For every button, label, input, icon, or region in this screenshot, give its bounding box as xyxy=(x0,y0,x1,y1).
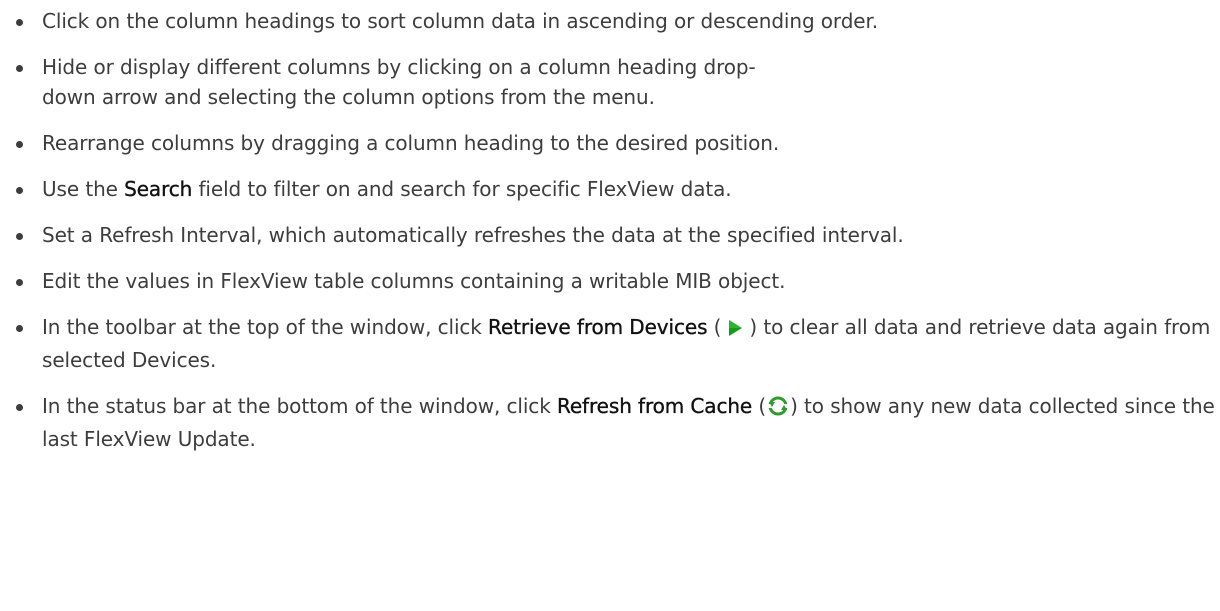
bullet-text-pre: In the status bar at the bottom of the w… xyxy=(42,394,557,418)
bullet-text-pre: In the toolbar at the top of the window,… xyxy=(42,315,489,339)
refresh-icon xyxy=(768,394,789,424)
bullet-text-mid: ( xyxy=(707,315,722,339)
bullet-text-mid: ( xyxy=(752,394,767,418)
bullet-text-post: field to filter on and search for specif… xyxy=(192,177,732,201)
bullet-refresh-cache: In the status bar at the bottom of the w… xyxy=(0,391,1220,454)
bullet-search-field: Use the Search field to filter on and se… xyxy=(0,174,1220,204)
retrieve-from-devices-term: Retrieve from Devices xyxy=(488,315,708,339)
bullet-edit-values: Edit the values in FlexView table column… xyxy=(0,266,1220,296)
bullet-hide-columns: Hide or display different columns by cli… xyxy=(0,52,1220,112)
bullet-text: Hide or display different columns by cli… xyxy=(42,55,756,109)
bullet-dot xyxy=(16,325,23,332)
bullet-refresh-interval: Set a Refresh Interval, which automatica… xyxy=(0,220,1220,250)
bullet-sort-columns: Click on the column headings to sort col… xyxy=(0,6,1220,36)
bullet-text-pre: Use the xyxy=(42,177,125,201)
bullet-text: Set a Refresh Interval, which automatica… xyxy=(42,223,904,247)
bullet-dot xyxy=(16,65,23,72)
bullet-rearrange-columns: Rearrange columns by dragging a column h… xyxy=(0,128,1220,158)
search-term: Search xyxy=(124,177,193,201)
play-icon xyxy=(727,315,743,345)
bullet-dot xyxy=(16,404,23,411)
bullet-dot xyxy=(16,233,23,240)
refresh-from-cache-term: Refresh from Cache xyxy=(556,394,753,418)
bullet-retrieve-devices: In the toolbar at the top of the window,… xyxy=(0,312,1220,375)
bullet-text: Rearrange columns by dragging a column h… xyxy=(42,131,780,155)
bullet-text: Edit the values in FlexView table column… xyxy=(42,269,786,293)
bullet-dot xyxy=(16,141,23,148)
document-body: Click on the column headings to sort col… xyxy=(0,0,1220,611)
bullet-dot xyxy=(16,187,23,194)
bullet-text: Click on the column headings to sort col… xyxy=(42,9,879,33)
bullet-list: Click on the column headings to sort col… xyxy=(0,6,1220,470)
bullet-dot xyxy=(16,19,23,26)
bullet-dot xyxy=(16,279,23,286)
